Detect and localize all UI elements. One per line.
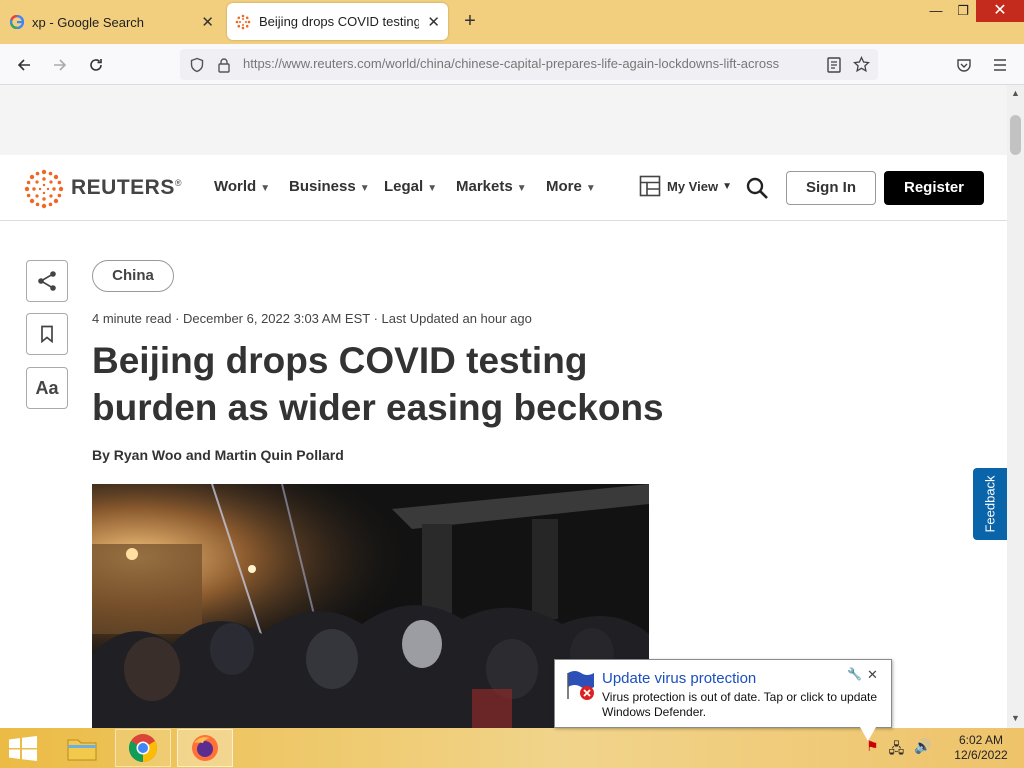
nav-markets[interactable]: Markets ▼ — [456, 178, 527, 195]
reuters-wordmark[interactable]: REUTERS® — [71, 176, 182, 200]
balloon-pointer — [860, 727, 876, 741]
nav-label: Business — [289, 178, 356, 195]
tab-label: xp - Google Search — [32, 14, 145, 30]
nav-label: Markets — [456, 178, 513, 195]
bookmark-star-icon[interactable] — [853, 56, 870, 73]
article-meta: 4 minute read · December 6, 2022 3:03 AM… — [92, 311, 532, 326]
chevron-down-icon: ▼ — [359, 183, 370, 194]
clock-time: 6:02 AM — [958, 733, 1004, 747]
nav-business[interactable]: Business ▼ — [289, 178, 370, 195]
defender-notification-balloon[interactable]: Update virus protection Virus protection… — [554, 659, 892, 728]
article-byline: By Ryan Woo and Martin Quin Pollard — [92, 447, 344, 463]
restore-window-button[interactable]: ❐ — [948, 0, 978, 22]
nav-more[interactable]: More ▼ — [546, 178, 596, 195]
page-scrollbar[interactable]: ▲ ▼ — [1007, 85, 1024, 728]
notification-options-icon[interactable]: 🔧 — [847, 667, 862, 681]
firefox-icon — [192, 735, 218, 761]
taskbar-file-explorer[interactable] — [54, 729, 110, 767]
chrome-icon — [129, 734, 157, 762]
share-icon — [38, 271, 56, 291]
register-button[interactable]: Register — [884, 171, 984, 205]
google-icon — [10, 15, 24, 29]
text-size-button[interactable]: Aa — [26, 367, 68, 409]
close-tab-icon[interactable]: ✕ — [201, 13, 214, 31]
chevron-down-icon: ▼ — [516, 183, 527, 194]
section-tag-china[interactable]: China — [92, 260, 174, 292]
url-text[interactable]: https://www.reuters.com/world/china/chin… — [243, 56, 818, 71]
pocket-icon — [957, 59, 971, 72]
sign-in-button[interactable]: Sign In — [786, 171, 876, 205]
notification-title: Update virus protection — [602, 670, 757, 687]
reuters-site-header: REUTERS® World ▼ Business ▼ Legal ▼ Markets… — [0, 155, 1007, 221]
tab-label: Beijing drops COVID testing bur — [259, 14, 419, 29]
my-view-grid-icon — [639, 175, 661, 197]
reload-button[interactable] — [83, 52, 109, 78]
my-view-label: My View — [667, 178, 719, 194]
reuters-icon — [235, 14, 251, 29]
chevron-down-icon: ▼ — [585, 183, 596, 194]
tab-google-search[interactable]: xp - Google Search ✕ — [0, 0, 222, 44]
registered-mark: ® — [174, 178, 182, 188]
nav-label: World — [214, 178, 257, 195]
nav-world[interactable]: World ▼ — [214, 178, 270, 195]
reload-icon — [90, 59, 102, 71]
network-icon[interactable]: 🖧 — [889, 738, 905, 762]
taskbar-firefox[interactable] — [177, 729, 233, 767]
minimize-window-button[interactable]: — — [921, 0, 951, 22]
feedback-tab[interactable]: Feedback — [973, 468, 1007, 540]
ad-placeholder — [0, 85, 1007, 155]
scrollbar-thumb[interactable] — [1010, 115, 1021, 155]
article-headline: Beijing drops COVID testing burden as wi… — [92, 337, 692, 431]
volume-icon[interactable]: 🔊 — [914, 738, 931, 762]
back-arrow-icon — [17, 59, 30, 71]
clock-date: 12/6/2022 — [954, 748, 1008, 762]
back-button[interactable] — [11, 52, 37, 78]
navigation-toolbar: https://www.reuters.com/world/china/chin… — [0, 44, 1024, 85]
new-tab-button[interactable]: + — [458, 9, 482, 33]
nav-label: Legal — [384, 178, 424, 195]
bookmark-button[interactable] — [26, 313, 68, 355]
taskbar-chrome[interactable] — [115, 729, 171, 767]
reuters-logo-icon[interactable] — [24, 169, 64, 209]
windows-defender-flag-icon — [567, 671, 594, 700]
chevron-down-icon: ▼ — [722, 180, 732, 192]
close-tab-icon[interactable]: ✕ — [427, 13, 440, 31]
folder-icon — [67, 739, 97, 761]
windows-start-icon[interactable] — [8, 736, 38, 761]
taskbar-clock[interactable]: 6:02 AM 12/6/2022 — [952, 733, 1010, 763]
scroll-down-icon[interactable]: ▼ — [1011, 713, 1020, 723]
close-window-button[interactable]: ✕ — [976, 0, 1024, 22]
web-page-content: REUTERS® World ▼ Business ▼ Legal ▼ Markets… — [0, 85, 1007, 728]
reader-view-icon[interactable] — [827, 57, 841, 73]
notification-close-icon[interactable]: ✕ — [867, 667, 878, 683]
pocket-button[interactable] — [951, 52, 977, 78]
logo-text: REUTERS — [71, 176, 175, 199]
forward-button[interactable] — [47, 52, 73, 78]
lock-icon[interactable] — [217, 57, 231, 73]
nav-label: More — [546, 178, 582, 195]
scroll-up-icon[interactable]: ▲ — [1011, 88, 1020, 98]
tracking-protection-shield-icon[interactable] — [189, 57, 205, 73]
browser-tab-strip: xp - Google Search ✕ Beijing drops COVID… — [0, 0, 1024, 44]
search-icon[interactable] — [745, 176, 769, 200]
nav-legal[interactable]: Legal ▼ — [384, 178, 437, 195]
bookmark-icon — [41, 325, 53, 343]
chevron-down-icon: ▼ — [260, 183, 271, 194]
defender-warning-icon[interactable]: ⚑ — [866, 738, 879, 762]
feedback-label: Feedback — [982, 475, 998, 533]
headline-line: Beijing drops COVID testing — [92, 340, 588, 381]
notification-message: Virus protection is out of date. Tap or … — [602, 690, 878, 719]
hamburger-menu-icon — [994, 59, 1006, 71]
my-view-menu[interactable]: My View ▼ — [639, 175, 732, 197]
chevron-down-icon: ▼ — [427, 183, 438, 194]
share-button[interactable] — [26, 260, 68, 302]
address-bar[interactable]: https://www.reuters.com/world/china/chin… — [180, 49, 878, 80]
app-menu-button[interactable] — [987, 52, 1013, 78]
system-tray: ⚑ 🖧 🔊 — [866, 738, 932, 762]
tab-reuters-article[interactable]: Beijing drops COVID testing bur ✕ — [227, 3, 448, 40]
forward-arrow-icon — [54, 59, 67, 71]
headline-line: burden as wider easing beckons — [92, 387, 664, 428]
